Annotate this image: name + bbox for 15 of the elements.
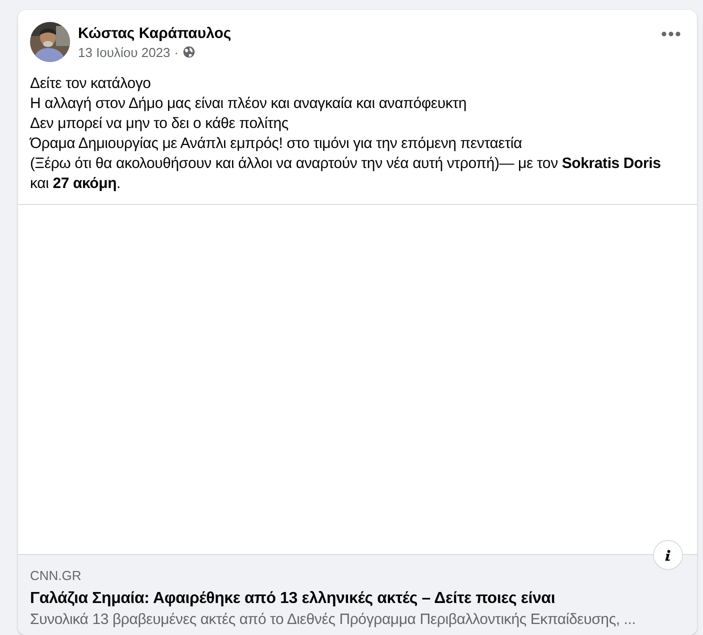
globe-icon [182, 46, 195, 58]
info-icon[interactable] [653, 540, 683, 570]
more-options-icon[interactable] [661, 31, 681, 37]
link-domain: CNN.GR [30, 568, 82, 583]
post-text: Δεν μπορεί να μην το δει ο κάθε πολίτης [30, 114, 290, 134]
post-text: Όραμα Δημιουργίας με Ανάπλι εμπρός! στο τιμόνι για την επόμενη πενταετία [30, 134, 524, 154]
link-title[interactable]: Γαλάζια Σημαία: Αφαιρέθηκε από 13 ελληνικές ακτές – Δείτε ποιες είναι [30, 590, 556, 608]
link-preview[interactable]: CNN.GR Γαλάζια Σημαία: Αφαιρέθηκε από 13 ελληνικές ακτές – Δείτε ποιες είναι Συνολικά 13 βραβευμένες ακτές από το Διεθνές Πρόγραμμα Περιβαλλοντικής Εκπαίδευσης, ... [18, 554, 697, 635]
post-text: Δείτε τον κατάλογο [30, 74, 152, 94]
separator: · [174, 44, 179, 60]
post-text: Η αλλαγή στον Δήμο μας είναι πλέον και αναγκαία και αναπόφευκτη [30, 94, 468, 114]
author-name[interactable]: Κώστας Καράπαυλος [78, 24, 232, 42]
link-description: Συνολικά 13 βραβευμένες ακτές από το Διεθνές Πρόγραμμα Περιβαλλοντικής Εκπαίδευσης, ... [30, 611, 636, 628]
post-date[interactable]: 13 Ιουλίου 2023 [78, 44, 170, 60]
post-text: (Ξέρω ότι θα ακολουθήσουν και άλλοι να αναρτούν την νέα αυτή ντροπή)— με τον Sokratis Doris και 27 ακόμη. [30, 154, 662, 194]
